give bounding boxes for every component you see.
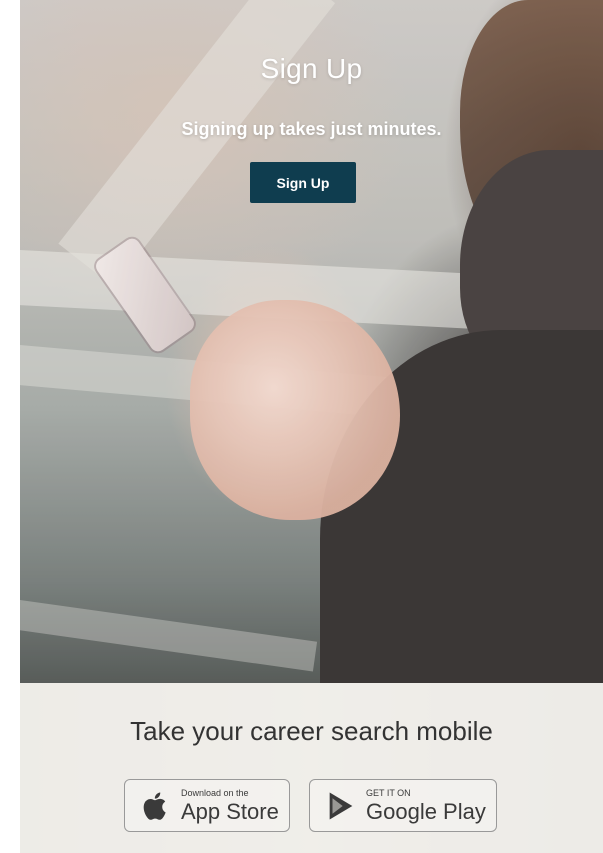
google-play-badge[interactable]: GET IT ON Google Play	[309, 779, 497, 832]
hero-photo-tint	[20, 0, 603, 683]
app-store-large-label: App Store	[181, 798, 279, 824]
app-store-badge-text: Download on the App Store	[181, 787, 279, 824]
sign-up-button[interactable]: Sign Up	[250, 162, 356, 203]
app-store-small-label: Download on the	[181, 787, 249, 798]
mobile-section-title: Take your career search mobile	[130, 716, 493, 746]
mobile-apps-section: Take your career search mobile Download …	[20, 683, 603, 853]
google-play-icon	[329, 792, 353, 819]
hero-banner	[20, 0, 603, 683]
apple-icon	[143, 792, 166, 820]
hero-subtitle: Signing up takes just minutes.	[181, 119, 442, 139]
hero-title: Sign Up	[260, 53, 363, 84]
google-play-large-label: Google Play	[366, 798, 486, 824]
google-play-small-label: GET IT ON	[366, 787, 411, 798]
google-play-badge-text: GET IT ON Google Play	[366, 787, 486, 824]
app-store-badge[interactable]: Download on the App Store	[124, 779, 290, 832]
page: Sign Up Signing up takes just minutes. S…	[0, 0, 603, 853]
